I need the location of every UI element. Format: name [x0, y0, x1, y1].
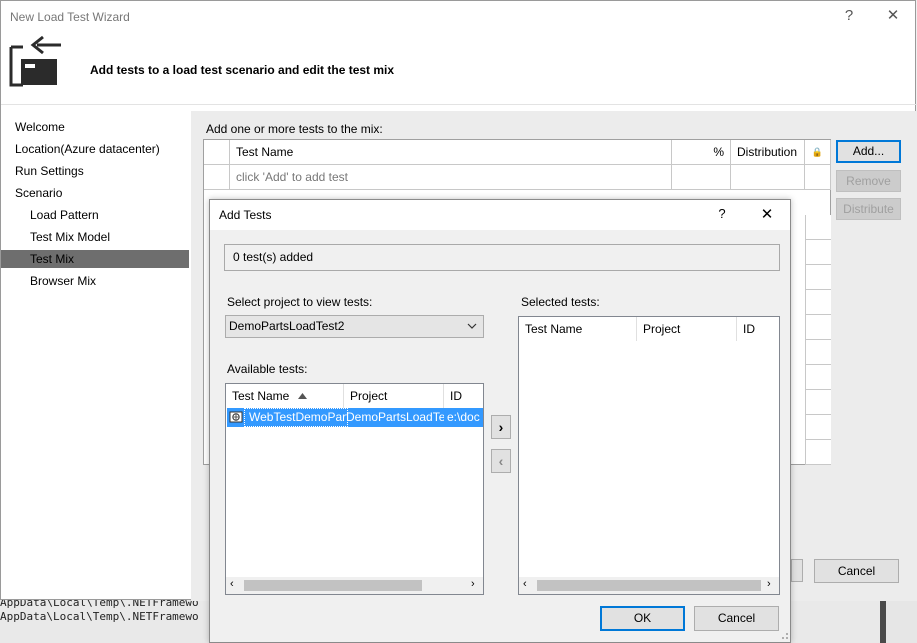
page-title: Add tests to a load test scenario and ed… [90, 63, 395, 77]
scroll-left-icon[interactable]: ‹ [230, 578, 234, 590]
add-tests-dialog: Add Tests ? ✕ 0 test(s) added Select pro… [209, 199, 791, 643]
project-cell: DemoPartsLoadTest2 [346, 410, 444, 424]
grid-header-percent[interactable]: % [672, 140, 731, 165]
horizontal-scrollbar[interactable]: ‹ › [226, 577, 483, 594]
column-header-label: Test Name [232, 389, 290, 403]
distribute-button[interactable]: Distribute [836, 198, 901, 220]
scroll-right-icon[interactable]: › [471, 578, 475, 590]
mix-label: Add one or more tests to the mix: [206, 122, 383, 136]
hidden-button-edge[interactable] [791, 559, 803, 582]
add-test-button[interactable]: Add... [836, 140, 901, 163]
dialog-titlebar [210, 200, 790, 230]
header-divider [1, 104, 917, 105]
available-tests-label: Available tests: [227, 362, 308, 376]
chevron-down-icon [467, 323, 477, 329]
sort-ascending-icon [298, 393, 307, 399]
nav-item-location[interactable]: Location(Azure datacenter) [15, 138, 160, 160]
web-test-icon [229, 411, 243, 423]
scroll-left-icon[interactable]: ‹ [523, 578, 527, 590]
nav-item-scenario[interactable]: Scenario [15, 182, 62, 204]
column-header-project[interactable]: Project [344, 384, 444, 408]
grid-cell[interactable] [731, 165, 805, 190]
help-button[interactable]: ? [834, 5, 864, 27]
console-line: AppData\Local\Temp\.NETFramewo [0, 610, 199, 623]
table-row[interactable]: WebTestDemoParts DemoPartsLoadTest2 e:\d… [227, 408, 483, 427]
grid-cell[interactable] [805, 165, 831, 190]
scrollbar-thumb[interactable] [537, 580, 761, 591]
nav-item-test-mix[interactable]: Test Mix [30, 248, 74, 270]
added-count-status: 0 test(s) added [224, 244, 780, 271]
wizard-cancel-button[interactable]: Cancel [814, 559, 899, 583]
nav-item-browser-mix[interactable]: Browser Mix [30, 270, 96, 292]
nav-item-welcome[interactable]: Welcome [15, 116, 65, 138]
close-button[interactable]: ✕ [878, 5, 908, 27]
grid-rows [805, 215, 831, 465]
dialog-help-button[interactable]: ? [712, 206, 732, 221]
nav-item-test-mix-model[interactable]: Test Mix Model [30, 226, 110, 248]
project-select-value: DemoPartsLoadTest2 [229, 319, 345, 333]
project-label: Select project to view tests: [227, 295, 373, 309]
available-tests-list[interactable]: Test Name Project ID WebTestDemoParts De… [225, 383, 484, 595]
background-panel [886, 600, 917, 643]
wizard-import-icon [9, 35, 61, 87]
column-header-id[interactable]: ID [444, 384, 483, 408]
id-cell: e:\doc [447, 410, 480, 424]
selected-tests-list[interactable]: Test Name Project ID ‹ › [518, 316, 780, 595]
window-title: New Load Test Wizard [10, 10, 130, 24]
dialog-cancel-button[interactable]: Cancel [694, 606, 779, 631]
column-header-id[interactable]: ID [737, 317, 779, 341]
grid-header-distribution[interactable]: Distribution [731, 140, 805, 165]
dialog-close-button[interactable]: ✕ [756, 205, 778, 223]
grid-cell[interactable] [672, 165, 731, 190]
test-name-cell: WebTestDemoParts [244, 408, 348, 427]
horizontal-scrollbar[interactable]: ‹ › [519, 577, 779, 594]
remove-button[interactable]: Remove [836, 170, 901, 192]
scroll-right-icon[interactable]: › [767, 578, 771, 590]
lock-icon[interactable]: 🔒 [805, 140, 831, 165]
remove-selected-button[interactable]: ‹ [491, 449, 511, 473]
project-select[interactable]: DemoPartsLoadTest2 [225, 315, 484, 338]
scrollbar-thumb[interactable] [244, 580, 422, 591]
column-header-test-name[interactable]: Test Name [226, 384, 344, 408]
add-selected-button[interactable]: › [491, 415, 511, 439]
resize-grip-icon[interactable] [779, 630, 789, 640]
selected-tests-label: Selected tests: [521, 295, 600, 309]
dialog-title: Add Tests [219, 208, 272, 222]
column-header-test-name[interactable]: Test Name [519, 317, 637, 341]
column-header-project[interactable]: Project [637, 317, 737, 341]
grid-header-test-name[interactable]: Test Name [230, 140, 672, 165]
grid-row-header [204, 165, 230, 190]
nav-item-run-settings[interactable]: Run Settings [15, 160, 84, 182]
grid-corner [204, 140, 230, 165]
nav-item-load-pattern[interactable]: Load Pattern [30, 204, 99, 226]
grid-placeholder-row[interactable]: click 'Add' to add test [230, 165, 672, 190]
ok-button[interactable]: OK [600, 606, 685, 631]
